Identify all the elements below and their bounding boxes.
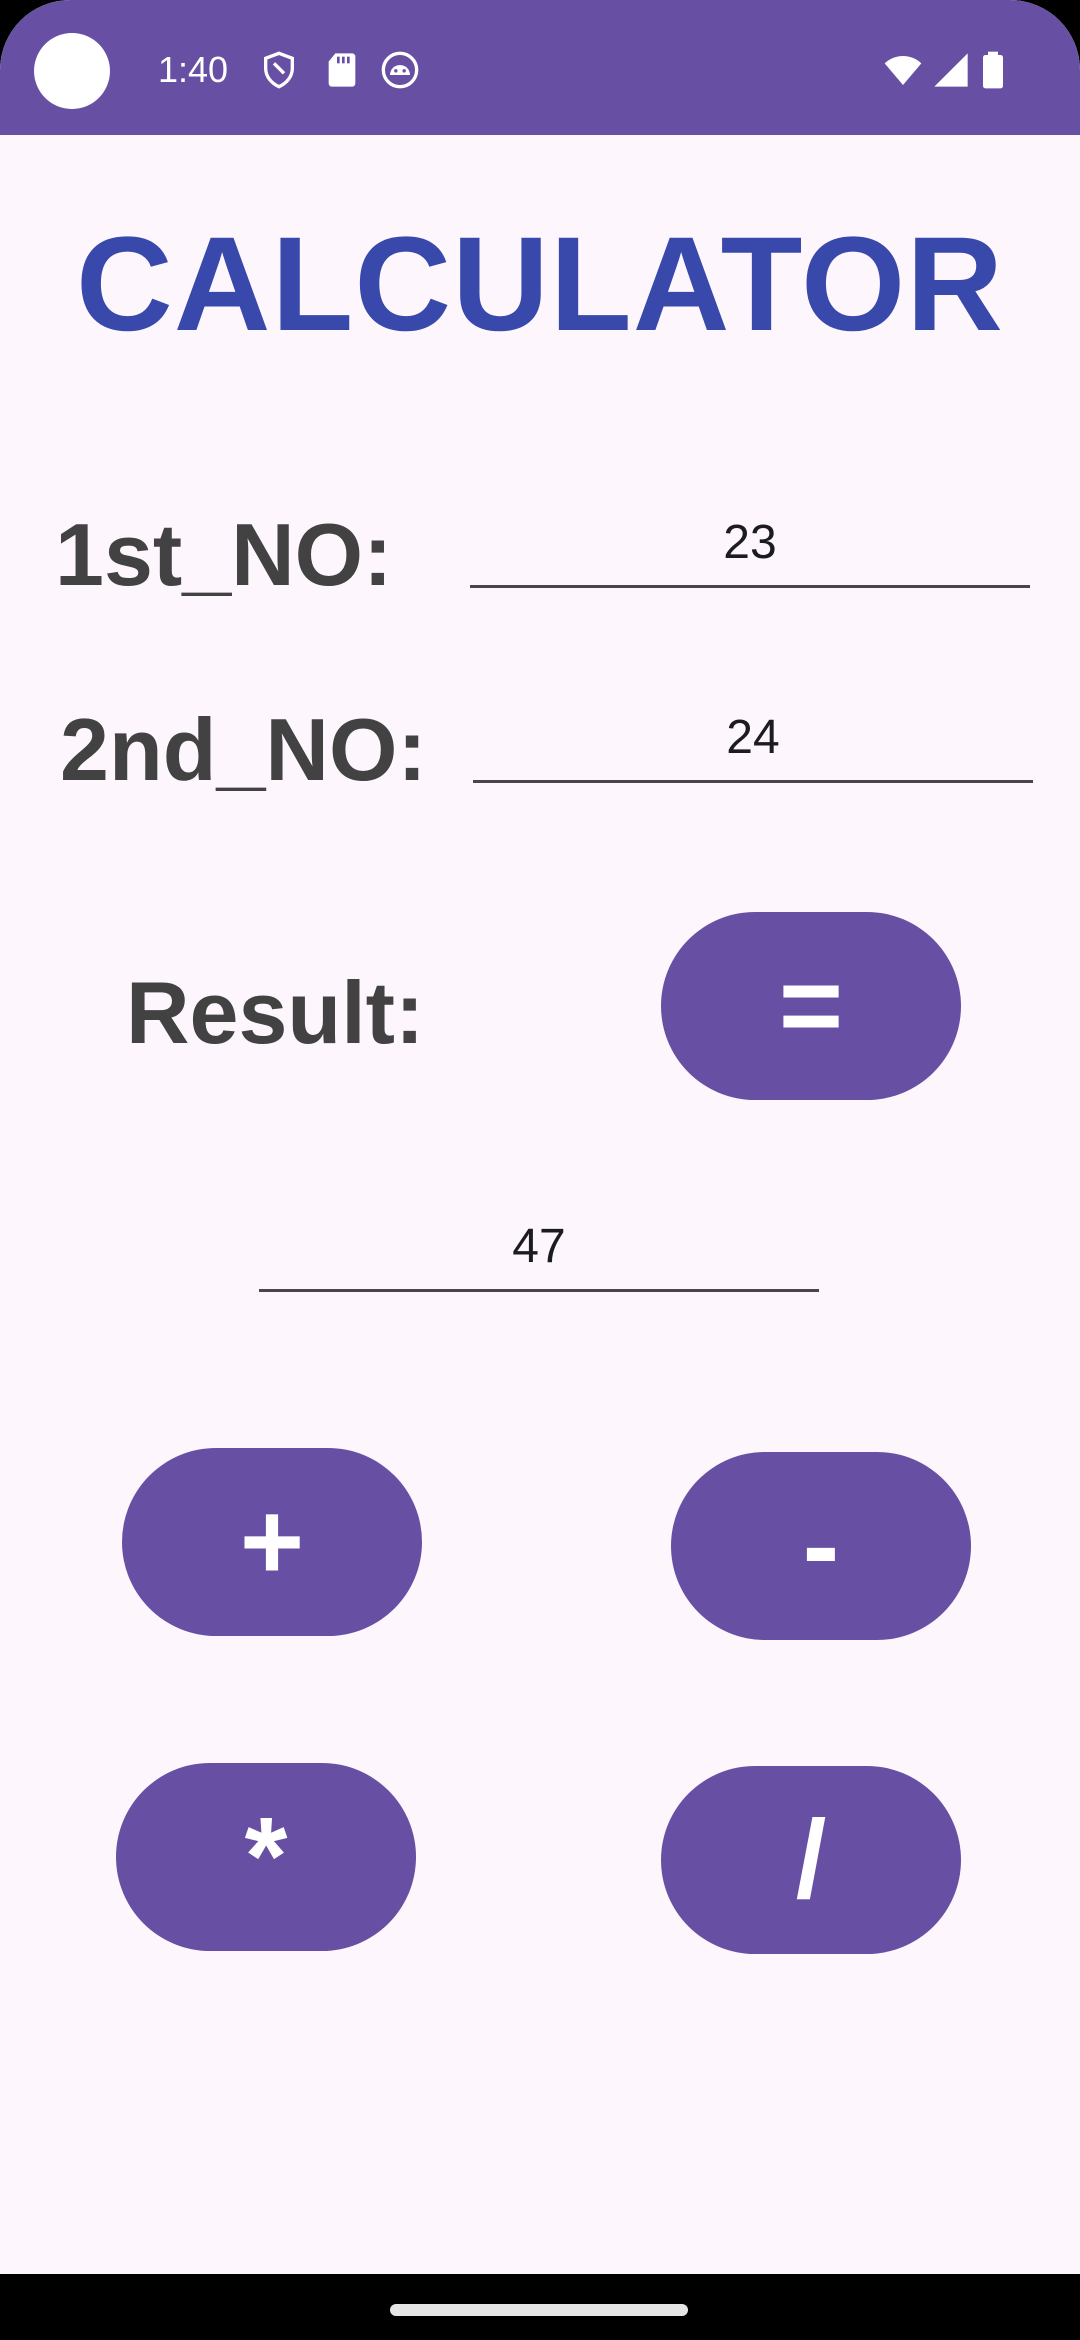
first-number-label: 1st_NO: xyxy=(55,505,393,604)
result-field[interactable] xyxy=(259,1212,819,1292)
battery-icon xyxy=(978,50,1008,90)
home-gesture-handle[interactable] xyxy=(390,2304,688,2316)
second-number-field[interactable] xyxy=(473,703,1033,783)
page-title: CALCULATOR xyxy=(75,210,1005,359)
first-number-input[interactable] xyxy=(470,508,1030,585)
add-button[interactable]: + xyxy=(122,1448,422,1636)
android-face-icon xyxy=(380,50,420,90)
wifi-icon xyxy=(880,50,926,90)
camera-cutout xyxy=(34,33,110,109)
sd-card-icon xyxy=(322,50,362,90)
status-bar: 1:40 xyxy=(0,0,1080,135)
shield-icon xyxy=(259,50,299,90)
navigation-bar xyxy=(0,2274,1080,2340)
first-number-field[interactable] xyxy=(470,508,1030,588)
multiply-button[interactable]: * xyxy=(116,1763,416,1951)
app-screen: 1:40 CALCULATOR 1st_NO: 2nd_NO: Result: … xyxy=(0,0,1080,2340)
status-time: 1:40 xyxy=(158,49,229,90)
equals-button[interactable]: = xyxy=(661,912,961,1100)
result-input[interactable] xyxy=(259,1212,819,1289)
cellular-signal-icon xyxy=(928,50,974,90)
second-number-label: 2nd_NO: xyxy=(60,700,427,799)
result-label: Result: xyxy=(126,963,425,1062)
subtract-button[interactable]: - xyxy=(671,1452,971,1640)
second-number-input[interactable] xyxy=(473,703,1033,780)
divide-button[interactable]: / xyxy=(661,1766,961,1954)
